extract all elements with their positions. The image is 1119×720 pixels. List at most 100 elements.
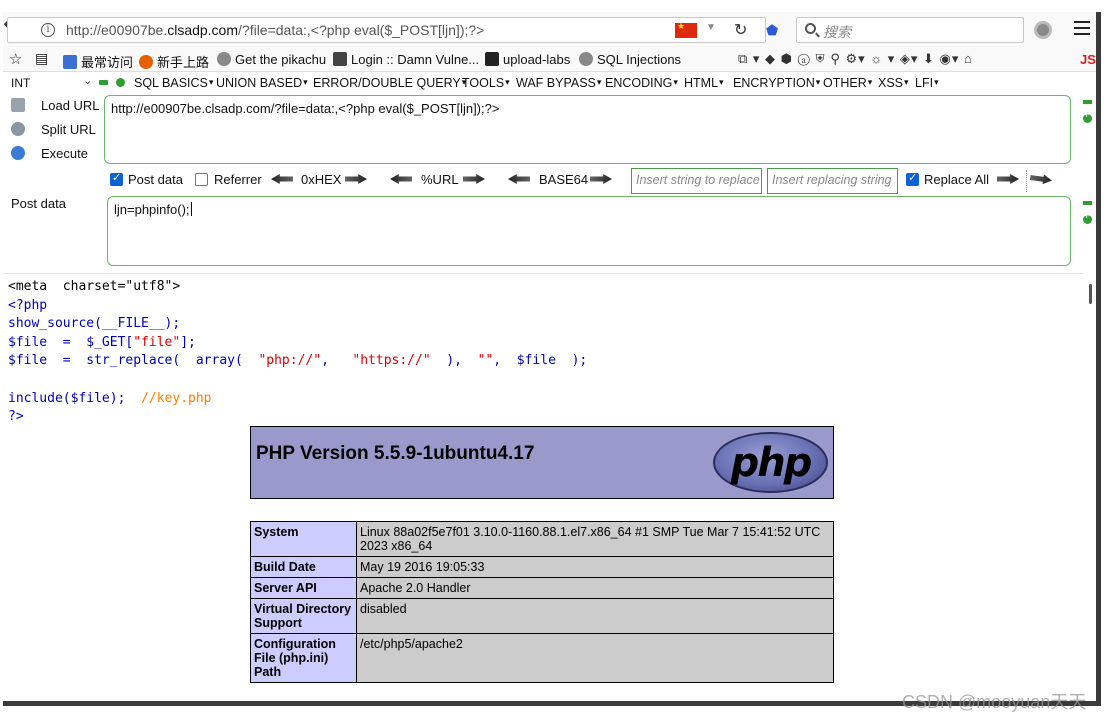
- scrollbar-thumb[interactable]: [1089, 284, 1092, 304]
- bookmark-item-getting-started[interactable]: 新手上路: [139, 52, 209, 71]
- chevron-down-icon[interactable]: ⌄: [83, 74, 92, 87]
- bookmark-icon: [63, 55, 77, 69]
- menu-lfi[interactable]: LFI: [915, 76, 939, 90]
- menu-other[interactable]: OTHER: [823, 76, 872, 90]
- post-data-textarea[interactable]: ljn=phpinfo();: [107, 196, 1071, 266]
- info-icon[interactable]: i: [41, 23, 55, 37]
- php-logo[interactable]: php: [713, 432, 828, 493]
- minus-icon[interactable]: [99, 80, 108, 85]
- vertical-scrollbar[interactable]: [1085, 274, 1095, 701]
- hackbar-menu: INT ⌄ SQL BASICS UNION BASED ERROR/DOUBL…: [3, 73, 1096, 95]
- menu-sql-basics[interactable]: SQL BASICS: [134, 76, 213, 90]
- post-data-checkbox-label: Post data: [128, 172, 183, 187]
- execute-button[interactable]: Execute: [11, 146, 88, 161]
- table-key: Build Date: [250, 556, 357, 578]
- execute-icon: [11, 146, 25, 160]
- table-row: Configuration File (php.ini) Path/etc/ph…: [250, 633, 834, 683]
- referrer-checkbox[interactable]: [195, 173, 208, 186]
- plus-icon[interactable]: [1083, 110, 1092, 123]
- split-url-icon: [11, 122, 25, 136]
- hex-label: 0xHEX: [301, 172, 342, 187]
- table-value: /etc/php5/apache2: [356, 633, 834, 683]
- post-area-controls: [1082, 201, 1094, 224]
- phpinfo-table: System Linux 88a02f5e7f01 3.10.0-1160.88.…: [250, 521, 834, 683]
- split-url-button[interactable]: Split URL: [11, 122, 96, 137]
- bookmark-item-upload-labs[interactable]: upload-labs: [485, 52, 570, 67]
- hamburger-menu-icon[interactable]: [1074, 21, 1090, 35]
- hex-encode-arrow-icon[interactable]: [345, 174, 367, 184]
- extension-gear-icon[interactable]: [1034, 21, 1052, 39]
- extension-toolbar-icons[interactable]: ⧉ ▾ ◆ ⬢ ⓐ ⛨ ⚲ ⚙▾ ☼ ▾ ◈▾ ⬇ ◉▾ ⌂: [738, 51, 973, 67]
- table-value: May 19 2016 19:05:33: [356, 556, 834, 578]
- navigation-toolbar: ⟵ i http://e00907be.clsadp.com/?file=dat…: [3, 12, 1096, 48]
- menu-encoding[interactable]: ENCODING: [605, 76, 678, 90]
- menu-xss[interactable]: XSS: [878, 76, 909, 90]
- table-key: Virtual Directory Support: [250, 598, 357, 634]
- china-flag-icon: [675, 21, 697, 38]
- table-row: Virtual Directory Support disabled: [250, 598, 834, 634]
- hex-decode-arrow-icon[interactable]: [271, 174, 293, 184]
- insert-replacing-input[interactable]: Insert replacing string: [767, 168, 898, 194]
- minus-icon[interactable]: [1083, 201, 1092, 205]
- replace-all-label: Replace All: [924, 172, 990, 187]
- base64-encode-arrow-icon[interactable]: [590, 174, 612, 184]
- bookmark-item-pikachu[interactable]: Get the pikachu: [217, 52, 326, 67]
- load-url-button[interactable]: Load URL: [11, 98, 100, 113]
- browser-window: ⟵ i http://e00907be.clsadp.com/?file=dat…: [3, 12, 1101, 706]
- menu-encryption[interactable]: ENCRYPTION: [733, 76, 820, 90]
- table-key: System: [250, 521, 357, 557]
- bookmark-item-sql-injections[interactable]: SQL Injections: [579, 52, 681, 67]
- menu-tools[interactable]: TOOLS: [462, 76, 510, 90]
- bookmark-item-dvwa[interactable]: Login :: Damn Vulne...: [333, 52, 479, 67]
- globe-icon: [217, 52, 231, 66]
- url-decode-arrow-icon[interactable]: [390, 174, 412, 184]
- reader-icon[interactable]: ▤: [35, 50, 48, 67]
- table-value: Apache 2.0 Handler: [356, 577, 834, 599]
- text-cursor: [190, 202, 192, 216]
- phpinfo-header: PHP Version 5.5.9-1ubuntu4.17 php: [250, 426, 834, 499]
- plus-icon[interactable]: [116, 78, 125, 87]
- table-value: Linux 88a02f5e7f01 3.10.0-1160.88.1.el7.…: [356, 521, 834, 557]
- replace-arrow-icon[interactable]: [997, 174, 1019, 184]
- upload-icon: [485, 52, 499, 66]
- int-select[interactable]: INT: [11, 76, 30, 90]
- url-encode-arrow-icon[interactable]: [463, 174, 485, 184]
- bookmarks-toolbar: ☆ ▤ 最常访问 新手上路 Get the pikachu Login :: D…: [3, 48, 1096, 72]
- address-bar-text[interactable]: http://e00907be.clsadp.com/?file=data:,<…: [66, 22, 484, 38]
- address-bar[interactable]: i http://e00907be.clsadp.com/?file=data:…: [7, 17, 766, 43]
- bookmark-item-most-visited[interactable]: 最常访问: [63, 52, 133, 71]
- post-data-checkbox[interactable]: [110, 171, 123, 186]
- minus-icon[interactable]: [1083, 100, 1092, 104]
- plus-icon[interactable]: [1083, 211, 1092, 224]
- url-encode-label: %URL: [421, 172, 459, 187]
- chevron-down-icon[interactable]: ▼: [706, 22, 716, 33]
- pocket-icon[interactable]: ⬟: [766, 22, 782, 38]
- search-input[interactable]: 搜索: [796, 17, 1024, 43]
- url-area-controls: [1082, 100, 1094, 123]
- table-row: System Linux 88a02f5e7f01 3.10.0-1160.88.…: [250, 521, 834, 557]
- insert-string-input[interactable]: Insert string to replace: [631, 168, 762, 194]
- replace-all-arrow-icon[interactable]: [1029, 173, 1052, 186]
- reload-icon[interactable]: ↻: [734, 20, 747, 40]
- star-icon[interactable]: ☆: [9, 50, 22, 68]
- globe-icon: [579, 52, 593, 66]
- menu-error-double-query[interactable]: ERROR/DOUBLE QUERY: [313, 76, 466, 90]
- divider: [1026, 170, 1027, 192]
- load-url-icon: [11, 98, 25, 112]
- hackbar-url-textarea[interactable]: http://e00907be.clsadp.com/?file=data:,<…: [104, 95, 1071, 164]
- base64-decode-arrow-icon[interactable]: [508, 174, 530, 184]
- firefox-icon: [139, 55, 153, 69]
- table-value: disabled: [356, 598, 834, 634]
- base64-label: BASE64: [539, 172, 589, 187]
- search-icon: [805, 23, 816, 34]
- csdn-watermark: CSDN @mooyuan天天: [902, 692, 1087, 712]
- js-toggle-button[interactable]: JS: [1080, 52, 1096, 67]
- table-row: Server API Apache 2.0 Handler: [250, 577, 834, 599]
- replace-all-checkbox[interactable]: [906, 171, 919, 186]
- menu-union-based[interactable]: UNION BASED: [216, 76, 308, 90]
- menu-waf-bypass[interactable]: WAF BYPASS: [516, 76, 601, 90]
- referrer-checkbox-label: Referrer: [214, 172, 262, 187]
- search-placeholder: 搜索: [823, 24, 851, 40]
- menu-html[interactable]: HTML: [684, 76, 724, 90]
- table-key: Server API: [250, 577, 357, 599]
